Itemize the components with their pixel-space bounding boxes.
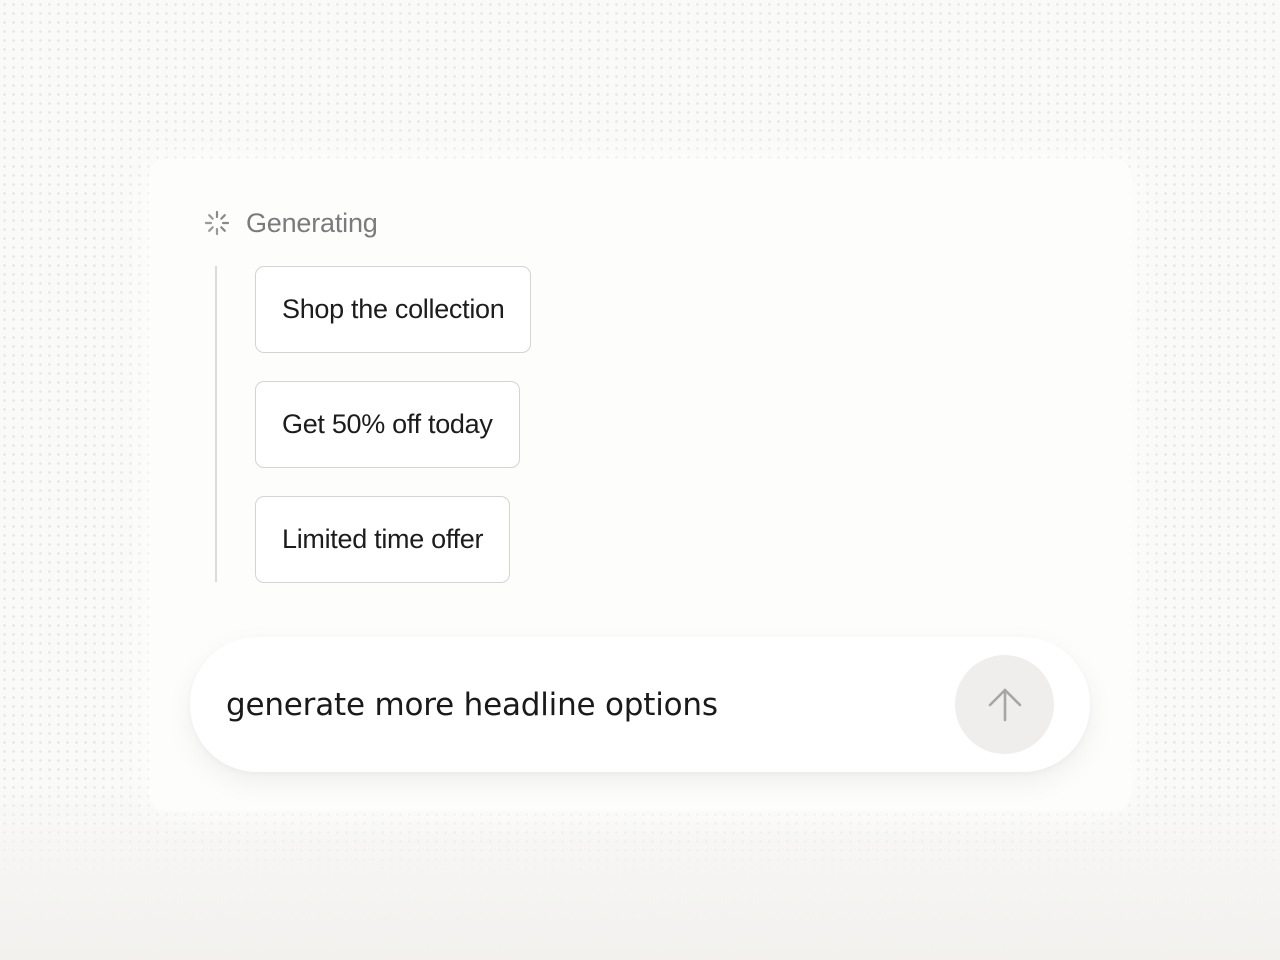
prompt-composer [190,637,1090,772]
arrow-up-icon [988,688,1021,721]
headline-option-chip[interactable]: Limited time offer [255,496,511,583]
thread-line [215,266,217,582]
prompt-input[interactable] [226,681,946,729]
headline-options-list: Shop the collection Get 50% off today Li… [255,266,532,611]
send-button[interactable] [955,655,1054,754]
headline-option-chip[interactable]: Get 50% off today [255,381,520,468]
spinner-icon [204,210,230,236]
headline-option-chip[interactable]: Shop the collection [255,266,532,353]
status-label: Generating [246,207,378,238]
generation-status: Generating [204,205,378,241]
